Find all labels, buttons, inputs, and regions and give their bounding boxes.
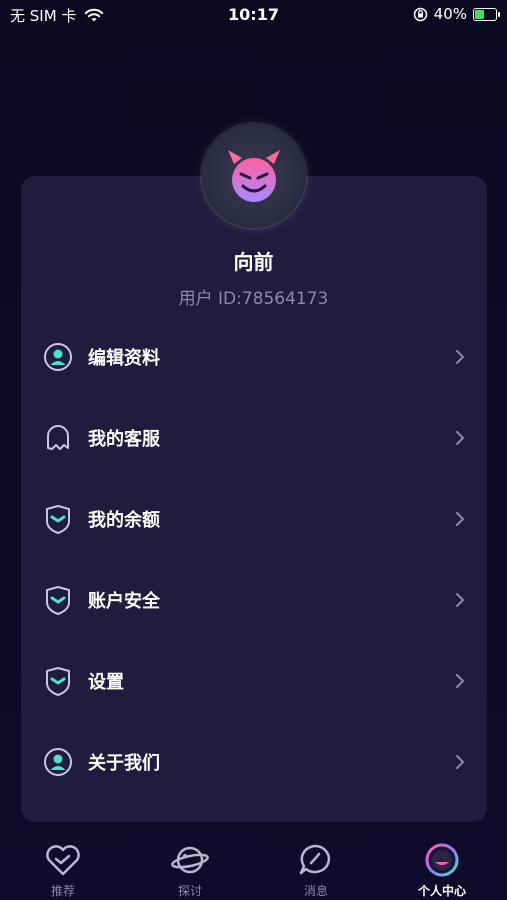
tab-label: 探讨 xyxy=(177,884,202,898)
chevron-right-icon xyxy=(456,512,464,526)
profile-screen: 无 SIM 卡 10:17 40% 向前 用户 ID:78564173 编辑资料… xyxy=(0,0,507,900)
menu-item-settings[interactable]: 设置 xyxy=(21,651,487,711)
tab-recommend[interactable]: 推荐 xyxy=(13,840,113,899)
menu-item-customer-service[interactable]: 我的客服 xyxy=(21,408,487,468)
menu-label: 账户安全 xyxy=(88,591,160,612)
menu-label: 我的客服 xyxy=(88,429,160,450)
user-circle-icon xyxy=(43,747,73,777)
tab-bar: 推荐 探讨 消息 个人中心 xyxy=(0,830,507,900)
battery-percent: 40% xyxy=(433,5,467,23)
chevron-right-icon xyxy=(456,431,464,445)
profile-user-id: 用户 ID:78564173 xyxy=(178,289,329,309)
menu-label: 我的余额 xyxy=(88,510,160,531)
tab-label: 消息 xyxy=(303,884,328,898)
menu-item-balance[interactable]: 我的余额 xyxy=(21,489,487,549)
planet-icon xyxy=(140,840,240,880)
shield-icon xyxy=(43,585,73,615)
profile-name: 向前 xyxy=(233,250,274,274)
menu-item-about-us[interactable]: 关于我们 xyxy=(21,732,487,792)
battery-fill xyxy=(475,9,484,19)
menu-label: 关于我们 xyxy=(88,753,160,774)
user-circle-icon xyxy=(43,342,73,372)
menu-item-edit-profile[interactable]: 编辑资料 xyxy=(21,327,487,387)
orientation-lock-icon xyxy=(413,7,427,21)
avatar[interactable] xyxy=(202,124,306,228)
shield-icon xyxy=(43,666,73,696)
chevron-right-icon xyxy=(456,755,464,769)
tab-discuss[interactable]: 探讨 xyxy=(140,840,240,899)
heart-icon xyxy=(13,840,113,880)
tab-profile[interactable]: 个人中心 xyxy=(392,840,492,899)
menu-label: 编辑资料 xyxy=(88,348,160,369)
status-bar: 无 SIM 卡 10:17 40% xyxy=(0,0,507,30)
chevron-right-icon xyxy=(456,593,464,607)
chat-bubble-icon xyxy=(266,840,366,880)
status-right: 40% xyxy=(413,5,500,23)
ghost-bell-icon xyxy=(43,423,73,453)
battery-icon xyxy=(473,7,500,21)
tab-label: 推荐 xyxy=(50,884,75,898)
tab-label: 个人中心 xyxy=(417,884,466,898)
tab-messages[interactable]: 消息 xyxy=(266,840,366,899)
menu-item-account-security[interactable]: 账户安全 xyxy=(21,570,487,630)
devil-avatar-icon xyxy=(228,150,280,202)
chevron-right-icon xyxy=(456,350,464,364)
shield-icon xyxy=(43,504,73,534)
menu-label: 设置 xyxy=(88,672,124,693)
profile-orb-icon xyxy=(392,840,492,880)
chevron-right-icon xyxy=(456,674,464,688)
